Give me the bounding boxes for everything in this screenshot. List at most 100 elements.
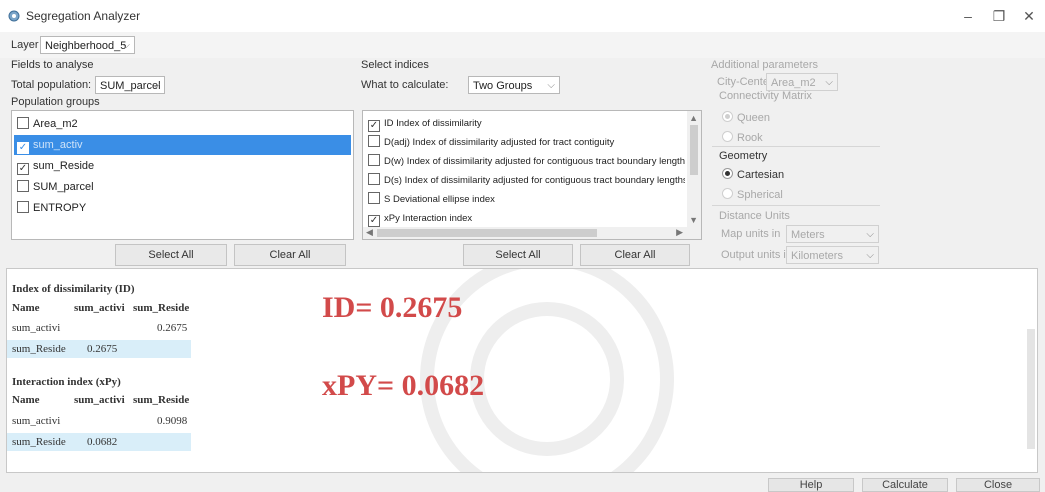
checkbox[interactable] [17, 117, 29, 129]
what-to-calculate-value: Two Groups [473, 80, 533, 92]
list-item[interactable]: SUM_parcel [14, 177, 351, 197]
chevron-down-icon: ⌵ [825, 77, 833, 88]
scrollbar-thumb[interactable] [690, 125, 698, 175]
rook-radio[interactable]: Rook [722, 131, 763, 144]
what-to-calculate-select[interactable]: Two Groups ⌵ [468, 76, 560, 94]
indices-select-all-button[interactable]: Select All [463, 244, 573, 266]
checkbox[interactable]: ✓ [368, 120, 380, 132]
map-units-select[interactable]: Meters ⌵ [786, 225, 879, 243]
interaction-header-col1: sum_activi [74, 394, 125, 406]
xpy-annotation: xPY= 0.0682 [322, 369, 485, 402]
checkbox[interactable]: ✓ [368, 215, 380, 227]
interaction-header-name: Name [12, 394, 40, 406]
maximize-button[interactable]: ❐ [984, 6, 1014, 26]
scroll-left-icon[interactable]: ◀ [366, 227, 373, 238]
dissim-header-name: Name [12, 302, 40, 314]
total-population-label: Total population: [11, 79, 92, 91]
vertical-scrollbar[interactable] [687, 111, 701, 227]
window-title: Segregation Analyzer [26, 9, 141, 23]
indices-section-title: Select indices [361, 59, 429, 71]
layer-label: Layer [11, 39, 39, 51]
map-units-value: Meters [791, 229, 825, 241]
list-item[interactable]: D(adj) Index of dissimilarity adjusted f… [365, 133, 685, 153]
checkbox[interactable] [368, 192, 380, 204]
checkbox[interactable]: ✓ [17, 142, 29, 154]
dissimilarity-title: Index of dissimilarity (ID) [12, 283, 135, 295]
radio-icon [722, 188, 733, 199]
cartesian-radio[interactable]: Cartesian [722, 168, 784, 181]
population-groups-list[interactable]: Area_m2 ✓ sum_activ ✓ sum_Reside SUM_parce… [11, 110, 354, 240]
total-population-select[interactable]: SUM_parcel ⌵ [95, 76, 165, 94]
connectivity-matrix-title: Connectivity Matrix [719, 90, 812, 102]
list-item[interactable]: ENTROPY [14, 198, 351, 218]
fields-section-title: Fields to analyse [11, 59, 94, 71]
divider [712, 146, 880, 147]
layer-select[interactable]: Neighberhood_5 ⌵ [40, 36, 135, 54]
fields-select-all-button[interactable]: Select All [115, 244, 227, 266]
params-section-title: Additional parameters [711, 59, 819, 71]
results-panel: Index of dissimilarity (ID) Name sum_act… [6, 268, 1038, 473]
table-row: sum_Reside 0.2675 [7, 340, 191, 358]
chevron-down-icon: ⌵ [866, 229, 874, 240]
radio-icon [722, 168, 733, 179]
title-bar [0, 0, 1045, 32]
chevron-down-icon: ⌵ [547, 80, 555, 91]
list-item[interactable]: D(s) Index of dissimilarity adjusted for… [365, 171, 685, 191]
map-units-label: Map units in [721, 228, 781, 240]
dissim-header-col2: sum_Reside [133, 302, 190, 314]
radio-icon [722, 111, 733, 122]
output-units-value: Kilometers [791, 250, 843, 262]
layer-select-value: Neighberhood_5 [45, 40, 127, 52]
indices-clear-all-button[interactable]: Clear All [580, 244, 690, 266]
horizontal-scrollbar[interactable] [363, 227, 701, 239]
spherical-radio[interactable]: Spherical [722, 188, 783, 201]
checkbox[interactable] [17, 201, 29, 213]
what-to-calculate-label: What to calculate: [361, 79, 449, 91]
scroll-up-icon[interactable]: ▲ [689, 113, 698, 123]
checkbox[interactable] [368, 135, 380, 147]
list-item[interactable]: ✓ sum_Reside [14, 156, 351, 176]
gear-icon [8, 10, 20, 22]
list-item[interactable]: Area_m2 [14, 114, 351, 134]
city-center-value: Area_m2 [771, 77, 816, 89]
checkbox[interactable]: ✓ [17, 163, 29, 175]
city-center-label: City-Center [717, 76, 773, 88]
list-item[interactable]: D(w) Index of dissimilarity adjusted for… [365, 152, 685, 172]
close-button[interactable]: Close [956, 478, 1040, 492]
close-window-button[interactable]: ✕ [1014, 6, 1044, 26]
geometry-title: Geometry [719, 150, 768, 162]
list-item[interactable]: ✓ ID Index of dissimilarity [365, 114, 685, 134]
scrollbar-thumb[interactable] [377, 229, 597, 237]
output-units-label: Output units in [721, 249, 792, 261]
checkbox[interactable] [17, 180, 29, 192]
list-item[interactable]: ✓ sum_activ [14, 135, 351, 155]
layer-toolbar [0, 32, 1045, 58]
chevron-down-icon: ⌵ [866, 250, 874, 261]
dissim-header-col1: sum_activi [74, 302, 125, 314]
scroll-down-icon[interactable]: ▼ [689, 215, 698, 225]
queen-radio[interactable]: Queen [722, 111, 770, 124]
checkbox[interactable] [368, 173, 380, 185]
calculate-button[interactable]: Calculate [862, 478, 948, 492]
divider [712, 205, 880, 206]
id-annotation: ID= 0.2675 [322, 291, 463, 324]
table-row: sum_activi 0.9098 [12, 415, 188, 427]
city-center-select[interactable]: Area_m2 ⌵ [766, 73, 838, 91]
table-row: sum_activi 0.2675 [12, 322, 188, 334]
output-units-select[interactable]: Kilometers ⌵ [786, 246, 879, 264]
results-scrollbar[interactable] [1027, 329, 1035, 449]
checkbox[interactable] [368, 154, 380, 166]
indices-list[interactable]: ✓ ID Index of dissimilarity D(adj) Index … [362, 110, 702, 240]
table-row: sum_Reside 0.0682 [7, 433, 191, 451]
radio-icon [722, 131, 733, 142]
list-item[interactable]: ✓ xPy Interaction index [365, 209, 685, 229]
help-button[interactable]: Help [768, 478, 854, 492]
minimize-button[interactable]: – [953, 6, 983, 26]
distance-units-title: Distance Units [719, 210, 790, 222]
scroll-right-icon[interactable]: ▶ [676, 227, 683, 238]
chevron-down-icon: ⌵ [122, 40, 130, 51]
fields-clear-all-button[interactable]: Clear All [234, 244, 346, 266]
interaction-header-col2: sum_Reside [133, 394, 190, 406]
list-item[interactable]: S Deviational ellipse index [365, 190, 685, 210]
chevron-down-icon: ⌵ [152, 80, 160, 91]
